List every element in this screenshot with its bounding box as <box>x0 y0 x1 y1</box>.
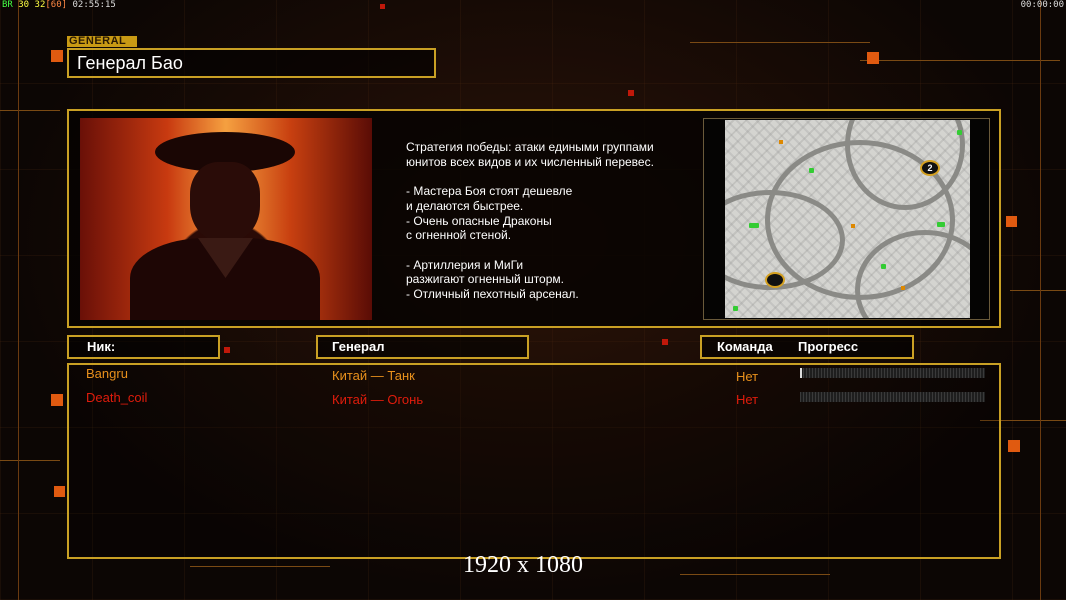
deco-square <box>1008 440 1020 452</box>
deco-line <box>190 566 330 567</box>
deco-square <box>54 486 65 497</box>
player-general: Китай — Танк <box>332 368 415 383</box>
player-general: Китай — Огонь <box>332 392 424 407</box>
deco-line <box>1010 290 1066 291</box>
map-unit <box>957 130 962 135</box>
deco-square <box>1006 216 1017 227</box>
col-header-general: Генерал <box>316 335 529 359</box>
game-timer: 00:00:00 <box>1020 0 1064 10</box>
deco-square <box>867 52 879 64</box>
section-tag: GENERAL <box>67 36 137 47</box>
fps-counter: BR 30 32[60] 02:55:15 <box>2 0 116 10</box>
map-unit <box>937 222 945 227</box>
deco-line <box>1040 0 1041 600</box>
player-nick: Death_coil <box>86 390 148 405</box>
col-header-nick: Ник: <box>67 335 220 359</box>
debug-hud: BR 30 32[60] 02:55:15 00:00:00 <box>0 0 1066 10</box>
map-unit <box>749 223 759 228</box>
map-unit <box>733 306 738 311</box>
general-portrait <box>80 118 372 320</box>
col-header-progress: Прогресс <box>798 339 859 354</box>
deco-line <box>0 110 60 111</box>
map-unit <box>881 264 886 269</box>
general-description: Стратегия победы: атаки едиными группами… <box>406 140 654 302</box>
map-resource <box>901 286 905 290</box>
player-nick: Bangru <box>86 366 128 381</box>
player-team: Нет <box>736 369 759 384</box>
deco-square <box>224 347 230 353</box>
player-team: Нет <box>736 392 759 407</box>
deco-square <box>51 50 63 62</box>
map-unit <box>809 168 814 173</box>
map-start-marker[interactable]: 2 <box>920 160 940 176</box>
deco-line <box>0 460 60 461</box>
player-progress-bar <box>800 368 985 378</box>
deco-line <box>680 574 830 575</box>
col-header-team: Команда <box>717 339 773 354</box>
deco-line <box>18 0 19 600</box>
map-preview[interactable]: 2 <box>725 120 970 318</box>
progress-fill <box>800 368 802 378</box>
deco-square <box>51 394 63 406</box>
deco-square <box>628 90 634 96</box>
col-header-team-progress: Команда Прогресс <box>700 335 914 359</box>
general-title: Генерал Бао <box>67 48 436 78</box>
map-resource <box>851 224 855 228</box>
map-resource <box>779 140 783 144</box>
portrait-face <box>190 162 260 242</box>
deco-square <box>662 339 668 345</box>
player-progress-bar <box>800 392 985 402</box>
map-start-marker[interactable] <box>765 272 785 288</box>
deco-line <box>860 60 1060 61</box>
resolution-watermark: 1920 x 1080 <box>463 552 583 578</box>
deco-line <box>690 42 870 43</box>
